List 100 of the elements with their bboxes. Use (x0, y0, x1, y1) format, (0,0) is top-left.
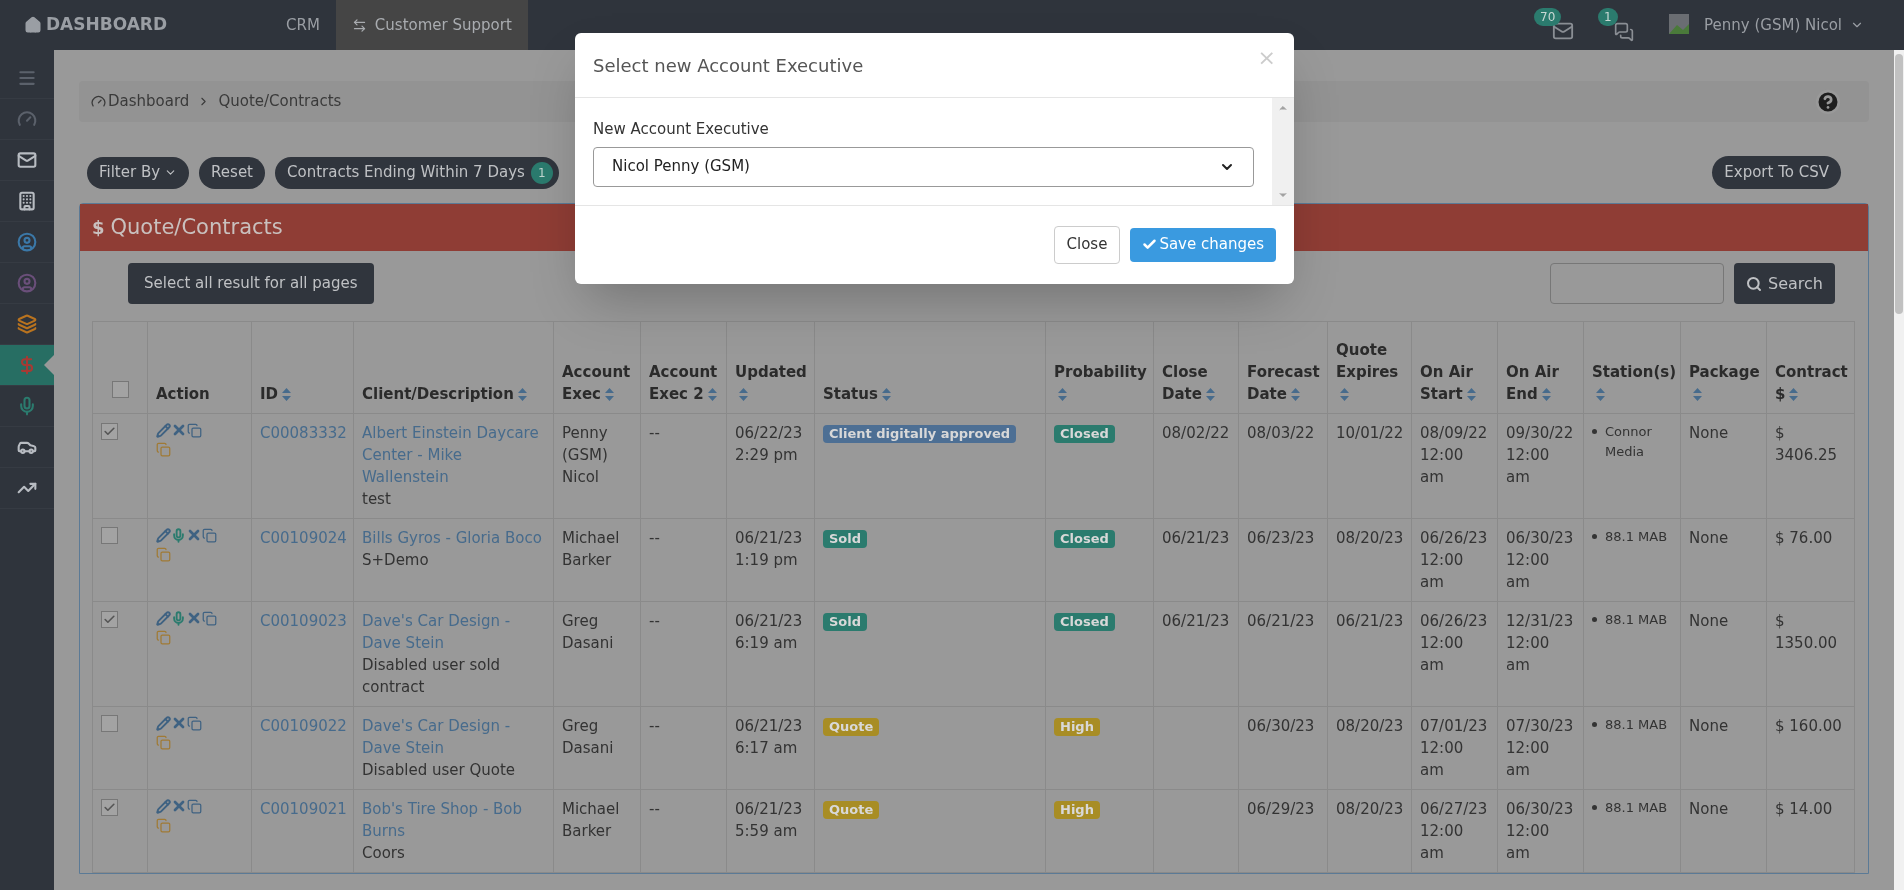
sort-icon[interactable] (739, 388, 748, 401)
cell-text: 06/22/23 2:29 pm (735, 424, 803, 464)
copy-icon[interactable] (202, 610, 217, 626)
select-all-button[interactable]: Select all result for all pages (128, 263, 374, 304)
cell-text: $ 160.00 (1775, 717, 1842, 735)
pencil-icon[interactable] (156, 527, 171, 543)
cell-text: test (362, 490, 391, 508)
checkbox[interactable] (101, 527, 118, 544)
checkbox[interactable] (101, 611, 118, 628)
chat-icon[interactable] (1614, 22, 1635, 42)
copy-icon[interactable] (156, 442, 171, 457)
checkbox[interactable] (101, 423, 118, 440)
filter-by-button[interactable]: Filter By (87, 156, 190, 189)
copy-icon[interactable] (187, 798, 202, 814)
checkbox[interactable] (111, 381, 129, 398)
pencil-icon[interactable] (156, 798, 171, 814)
column-header[interactable]: Action (147, 321, 252, 414)
microphone-icon[interactable] (171, 610, 186, 626)
pencil-icon[interactable] (156, 422, 171, 438)
sort-icon[interactable] (881, 388, 891, 401)
status-badge: Closed (1054, 425, 1115, 443)
copy-icon[interactable] (156, 818, 171, 833)
close-icon[interactable] (186, 610, 202, 626)
panel-title: Quote/Contracts (110, 213, 283, 241)
sort-icon[interactable] (605, 388, 614, 401)
column-header[interactable]: On Air End (1497, 321, 1584, 414)
close-icon[interactable] (171, 715, 187, 731)
column-header[interactable]: Account Exec (553, 321, 641, 414)
brand-title[interactable]: DASHBOARD (46, 12, 168, 38)
sort-icon[interactable] (1205, 388, 1215, 401)
cell-text: $ 76.00 (1775, 529, 1833, 547)
user-menu[interactable]: Penny (GSM) Nicol (1704, 13, 1864, 37)
export-button[interactable]: Export To CSV (1712, 156, 1841, 189)
breadcrumb-current: Quote/Contracts (218, 91, 342, 113)
cell-text: Penny (GSM) Nicol (562, 424, 608, 486)
cell-text: C00109023 (260, 612, 347, 630)
sort-icon[interactable] (1596, 388, 1605, 401)
column-header[interactable]: ID (251, 321, 354, 414)
close-icon[interactable] (171, 422, 187, 438)
column-header[interactable]: Contract $ (1766, 321, 1855, 414)
cell-text: None (1689, 612, 1729, 630)
sidebar-item[interactable] (0, 345, 54, 386)
sort-icon[interactable] (282, 388, 292, 401)
copy-icon[interactable] (187, 422, 202, 438)
column-header[interactable]: Probability (1045, 321, 1154, 414)
scrollbar[interactable] (1272, 98, 1294, 205)
count-badge: 1 (1598, 8, 1618, 26)
status-badge: Closed (1054, 530, 1115, 548)
cell-text: 08/03/22 (1247, 424, 1315, 442)
sort-icon[interactable] (1290, 388, 1300, 401)
column-header[interactable]: Close Date (1153, 321, 1239, 414)
cell-text: 06/21/23 6:19 am (735, 612, 803, 652)
filter-chip[interactable]: Contracts Ending Within 7 Days 1 (275, 156, 559, 189)
help-icon[interactable] (1815, 88, 1841, 115)
microphone-icon[interactable] (171, 527, 186, 543)
status-badge: Sold (823, 613, 868, 631)
check-icon (103, 425, 116, 438)
sort-icon[interactable] (1541, 388, 1551, 401)
close-icon[interactable] (171, 798, 187, 814)
nav-tab[interactable]: Customer Support (335, 0, 528, 50)
sort-icon[interactable] (1693, 388, 1702, 401)
cell-text: C00109022 (260, 717, 347, 735)
cell-text: Disabled user sold contract (362, 656, 501, 696)
close-modal-button[interactable]: Close (1053, 225, 1121, 264)
save-button[interactable]: Save changes (1130, 227, 1276, 262)
checkbox[interactable] (101, 715, 118, 732)
column-header[interactable]: Forecast Date (1238, 321, 1328, 414)
search-field[interactable] (1550, 263, 1725, 304)
pencil-icon[interactable] (156, 715, 171, 731)
column-header[interactable]: Quote Expires (1327, 321, 1412, 414)
sort-icon[interactable] (1340, 388, 1349, 401)
column-header[interactable]: Account Exec 2 (640, 321, 727, 414)
cell-text: 06/21/23 1:19 pm (735, 529, 803, 569)
copy-icon[interactable] (202, 527, 217, 543)
close-icon[interactable] (186, 527, 202, 543)
breadcrumb-link[interactable]: Dashboard (108, 90, 190, 113)
column-header[interactable]: Updated (726, 321, 815, 414)
column-header[interactable]: On Air Start (1411, 321, 1498, 414)
sort-icon[interactable] (1466, 388, 1476, 401)
column-header[interactable]: Package (1680, 321, 1767, 414)
copy-icon[interactable] (156, 547, 171, 562)
column-header[interactable]: Status (814, 321, 1046, 414)
search-button[interactable]: Search (1734, 263, 1835, 304)
sort-icon[interactable] (707, 388, 717, 401)
sort-icon[interactable] (1789, 388, 1799, 401)
column-header[interactable]: Client/Description (353, 321, 554, 414)
copy-icon[interactable] (156, 735, 171, 750)
column-header[interactable]: Station(s) (1583, 321, 1681, 414)
pencil-icon[interactable] (156, 610, 171, 626)
search-icon (1746, 275, 1763, 292)
copy-icon[interactable] (156, 630, 171, 645)
checkbox[interactable] (101, 799, 118, 816)
sort-icon[interactable] (517, 388, 527, 401)
scrollbar[interactable] (1894, 50, 1904, 890)
copy-icon[interactable] (187, 715, 202, 731)
cell-text: Michael Barker (562, 800, 620, 840)
reset-button[interactable]: Reset (199, 156, 265, 189)
sort-icon[interactable] (1058, 388, 1067, 401)
account-executive-select[interactable]: Nicol Penny (GSM) (593, 146, 1254, 187)
envelope-icon[interactable] (1552, 20, 1575, 42)
